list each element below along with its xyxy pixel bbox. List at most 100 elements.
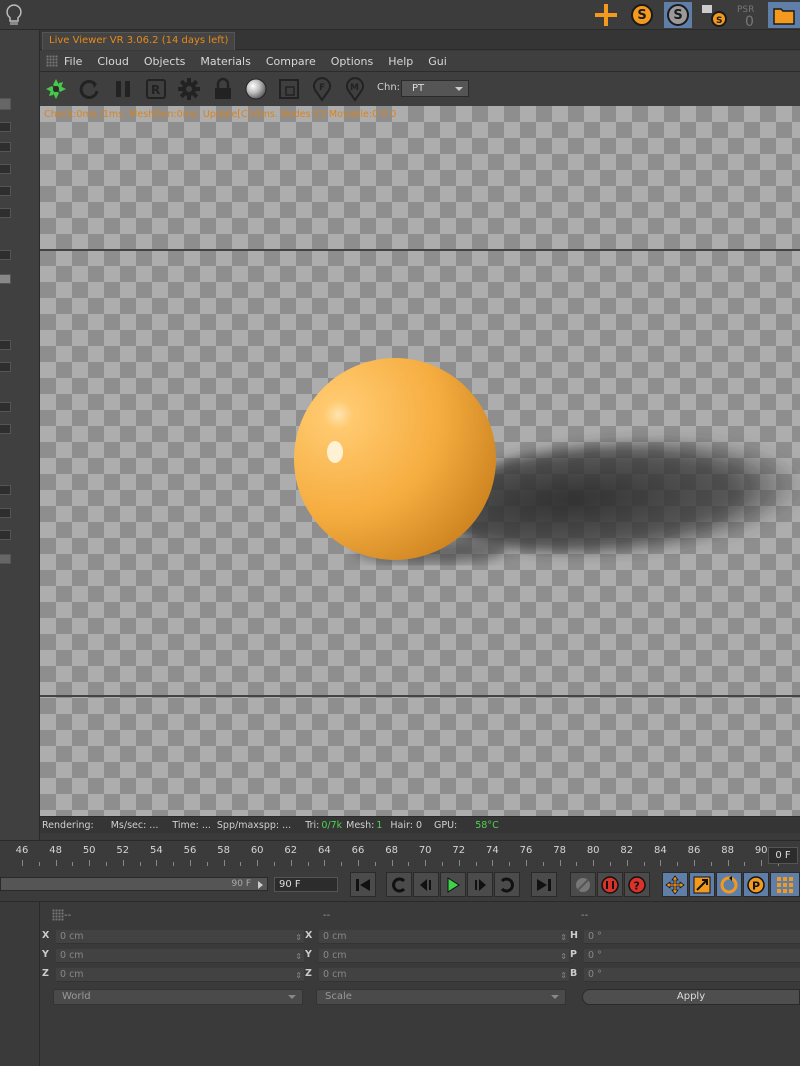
restart-icon[interactable]: [76, 76, 102, 102]
grip-handle-icon[interactable]: [52, 909, 64, 921]
top-app-strip: S S S PSR 0: [0, 0, 800, 30]
spinner-icon[interactable]: ⇕: [560, 950, 567, 964]
script-orange-s-icon[interactable]: S: [628, 2, 656, 28]
move-keys-icon[interactable]: [662, 872, 688, 897]
menu-cloud[interactable]: Cloud: [97, 55, 128, 68]
spinner-icon[interactable]: ⇕: [560, 969, 567, 983]
position-x-row: X 0 cm ⇕: [42, 930, 304, 944]
render-viewport[interactable]: Check:0ms./1ms. MeshGen:0ms. Update[C]:0…: [40, 106, 800, 816]
menu-materials[interactable]: Materials: [200, 55, 250, 68]
current-frame-box[interactable]: 0 F: [768, 847, 798, 864]
script-stack-icon[interactable]: S: [700, 2, 728, 28]
octane-icon[interactable]: [43, 76, 69, 102]
menu-objects[interactable]: Objects: [144, 55, 186, 68]
dock-field[interactable]: [0, 186, 11, 196]
frame-range-slider[interactable]: 90 F: [0, 877, 268, 891]
auto-key-icon[interactable]: ?: [624, 872, 650, 897]
go-to-start-button[interactable]: [350, 872, 376, 897]
dock-dropdown[interactable]: [0, 98, 11, 110]
add-plus-icon[interactable]: [592, 2, 620, 28]
dock-field[interactable]: [0, 164, 11, 174]
rotation-b-field[interactable]: 0 °: [584, 968, 800, 982]
record-keys-icon[interactable]: [597, 872, 623, 897]
svg-text:S: S: [716, 16, 722, 26]
menu-compare[interactable]: Compare: [266, 55, 316, 68]
timeline-tick-mark: [324, 860, 326, 866]
menu-file[interactable]: File: [64, 55, 82, 68]
folder-icon[interactable]: [768, 2, 800, 28]
size-x-field[interactable]: 0 cm ⇕: [319, 930, 569, 944]
channel-select[interactable]: PT: [401, 80, 469, 97]
lightbulb-icon[interactable]: [0, 2, 28, 28]
rotation-h-field[interactable]: 0 °: [584, 930, 800, 944]
focus-pick-icon[interactable]: F: [309, 76, 335, 102]
svg-text:P: P: [752, 879, 760, 892]
region-icon[interactable]: R: [143, 76, 169, 102]
apply-button[interactable]: Apply: [582, 989, 800, 1005]
position-x-field[interactable]: 0 cm ⇕: [56, 930, 304, 944]
rotation-h-value: 0 °: [588, 931, 602, 942]
dock-field[interactable]: [0, 508, 11, 518]
dock-field[interactable]: [0, 142, 11, 152]
position-y-value: 0 cm: [60, 950, 84, 961]
psr-icon[interactable]: PSR 0: [734, 2, 762, 28]
zoom-frame-icon[interactable]: [276, 76, 302, 102]
dock-field[interactable]: [0, 362, 11, 372]
timeline-tick-label: 88: [721, 845, 734, 856]
dock-field[interactable]: [0, 122, 11, 132]
position-z-value: 0 cm: [60, 969, 84, 980]
spinner-icon[interactable]: ⇕: [295, 969, 302, 983]
window-title-tab[interactable]: Live Viewer VR 3.06.2 (14 days left): [42, 32, 236, 50]
settings-gear-icon[interactable]: [176, 76, 202, 102]
next-frame-button[interactable]: [467, 872, 493, 897]
script-gray-s-icon[interactable]: S: [664, 2, 692, 28]
size-z-field[interactable]: 0 cm ⇕: [319, 968, 569, 982]
position-z-field[interactable]: 0 cm ⇕: [56, 968, 304, 982]
position-y-field[interactable]: 0 cm ⇕: [56, 949, 304, 963]
spinner-icon[interactable]: ⇕: [295, 950, 302, 964]
point-level-icon[interactable]: [770, 872, 800, 897]
spinner-icon[interactable]: ⇕: [560, 931, 567, 945]
prev-key-button[interactable]: [386, 872, 412, 897]
size-mode-dropdown[interactable]: Scale: [316, 989, 566, 1005]
next-key-button[interactable]: [494, 872, 520, 897]
record-off-icon[interactable]: [570, 872, 596, 897]
grip-handle-icon[interactable]: [46, 55, 58, 67]
menu-help[interactable]: Help: [388, 55, 413, 68]
coord-mode-dropdown[interactable]: World: [53, 989, 303, 1005]
size-y-field[interactable]: 0 cm ⇕: [319, 949, 569, 963]
param-keys-icon[interactable]: P: [743, 872, 769, 897]
timeline-tick-label: 62: [284, 845, 298, 856]
timeline-tick-mark: [593, 860, 595, 866]
rotation-p-field[interactable]: 0 °: [584, 949, 800, 963]
dock-field[interactable]: [0, 208, 11, 218]
timeline-tick-mark: [122, 860, 124, 866]
play-button[interactable]: [440, 872, 466, 897]
timeline-ruler[interactable]: 46 48 50 52 54 56 58 60 62 64 66 68 70 72 74 76 78 80 82 84…: [0, 840, 800, 868]
material-ball-icon[interactable]: [243, 76, 269, 102]
dock-field[interactable]: [0, 274, 11, 284]
viewer-toolbar: R F M Chn: PT: [40, 72, 800, 106]
status-mesh-label: Mesh:: [346, 819, 375, 831]
rotate-keys-icon[interactable]: [716, 872, 742, 897]
timeline-tick-mark: [374, 862, 376, 866]
pause-icon[interactable]: [110, 76, 136, 102]
dock-field[interactable]: [0, 530, 11, 540]
go-to-end-button[interactable]: [531, 872, 557, 897]
timeline-tick-mark: [542, 862, 544, 866]
timeline-tick-mark: [139, 862, 141, 866]
dock-field[interactable]: [0, 250, 11, 260]
material-pick-icon[interactable]: M: [342, 76, 368, 102]
dock-field[interactable]: [0, 424, 11, 434]
dock-field[interactable]: [0, 485, 11, 495]
dock-dropdown[interactable]: [0, 554, 11, 564]
scale-keys-icon[interactable]: [689, 872, 715, 897]
dock-field[interactable]: [0, 340, 11, 350]
dock-field[interactable]: [0, 402, 11, 412]
spinner-icon[interactable]: ⇕: [295, 931, 302, 945]
prev-frame-button[interactable]: [413, 872, 439, 897]
menu-options[interactable]: Options: [331, 55, 373, 68]
menu-gui[interactable]: Gui: [428, 55, 447, 68]
lock-icon[interactable]: [210, 76, 236, 102]
end-frame-field[interactable]: 90 F: [274, 877, 338, 892]
